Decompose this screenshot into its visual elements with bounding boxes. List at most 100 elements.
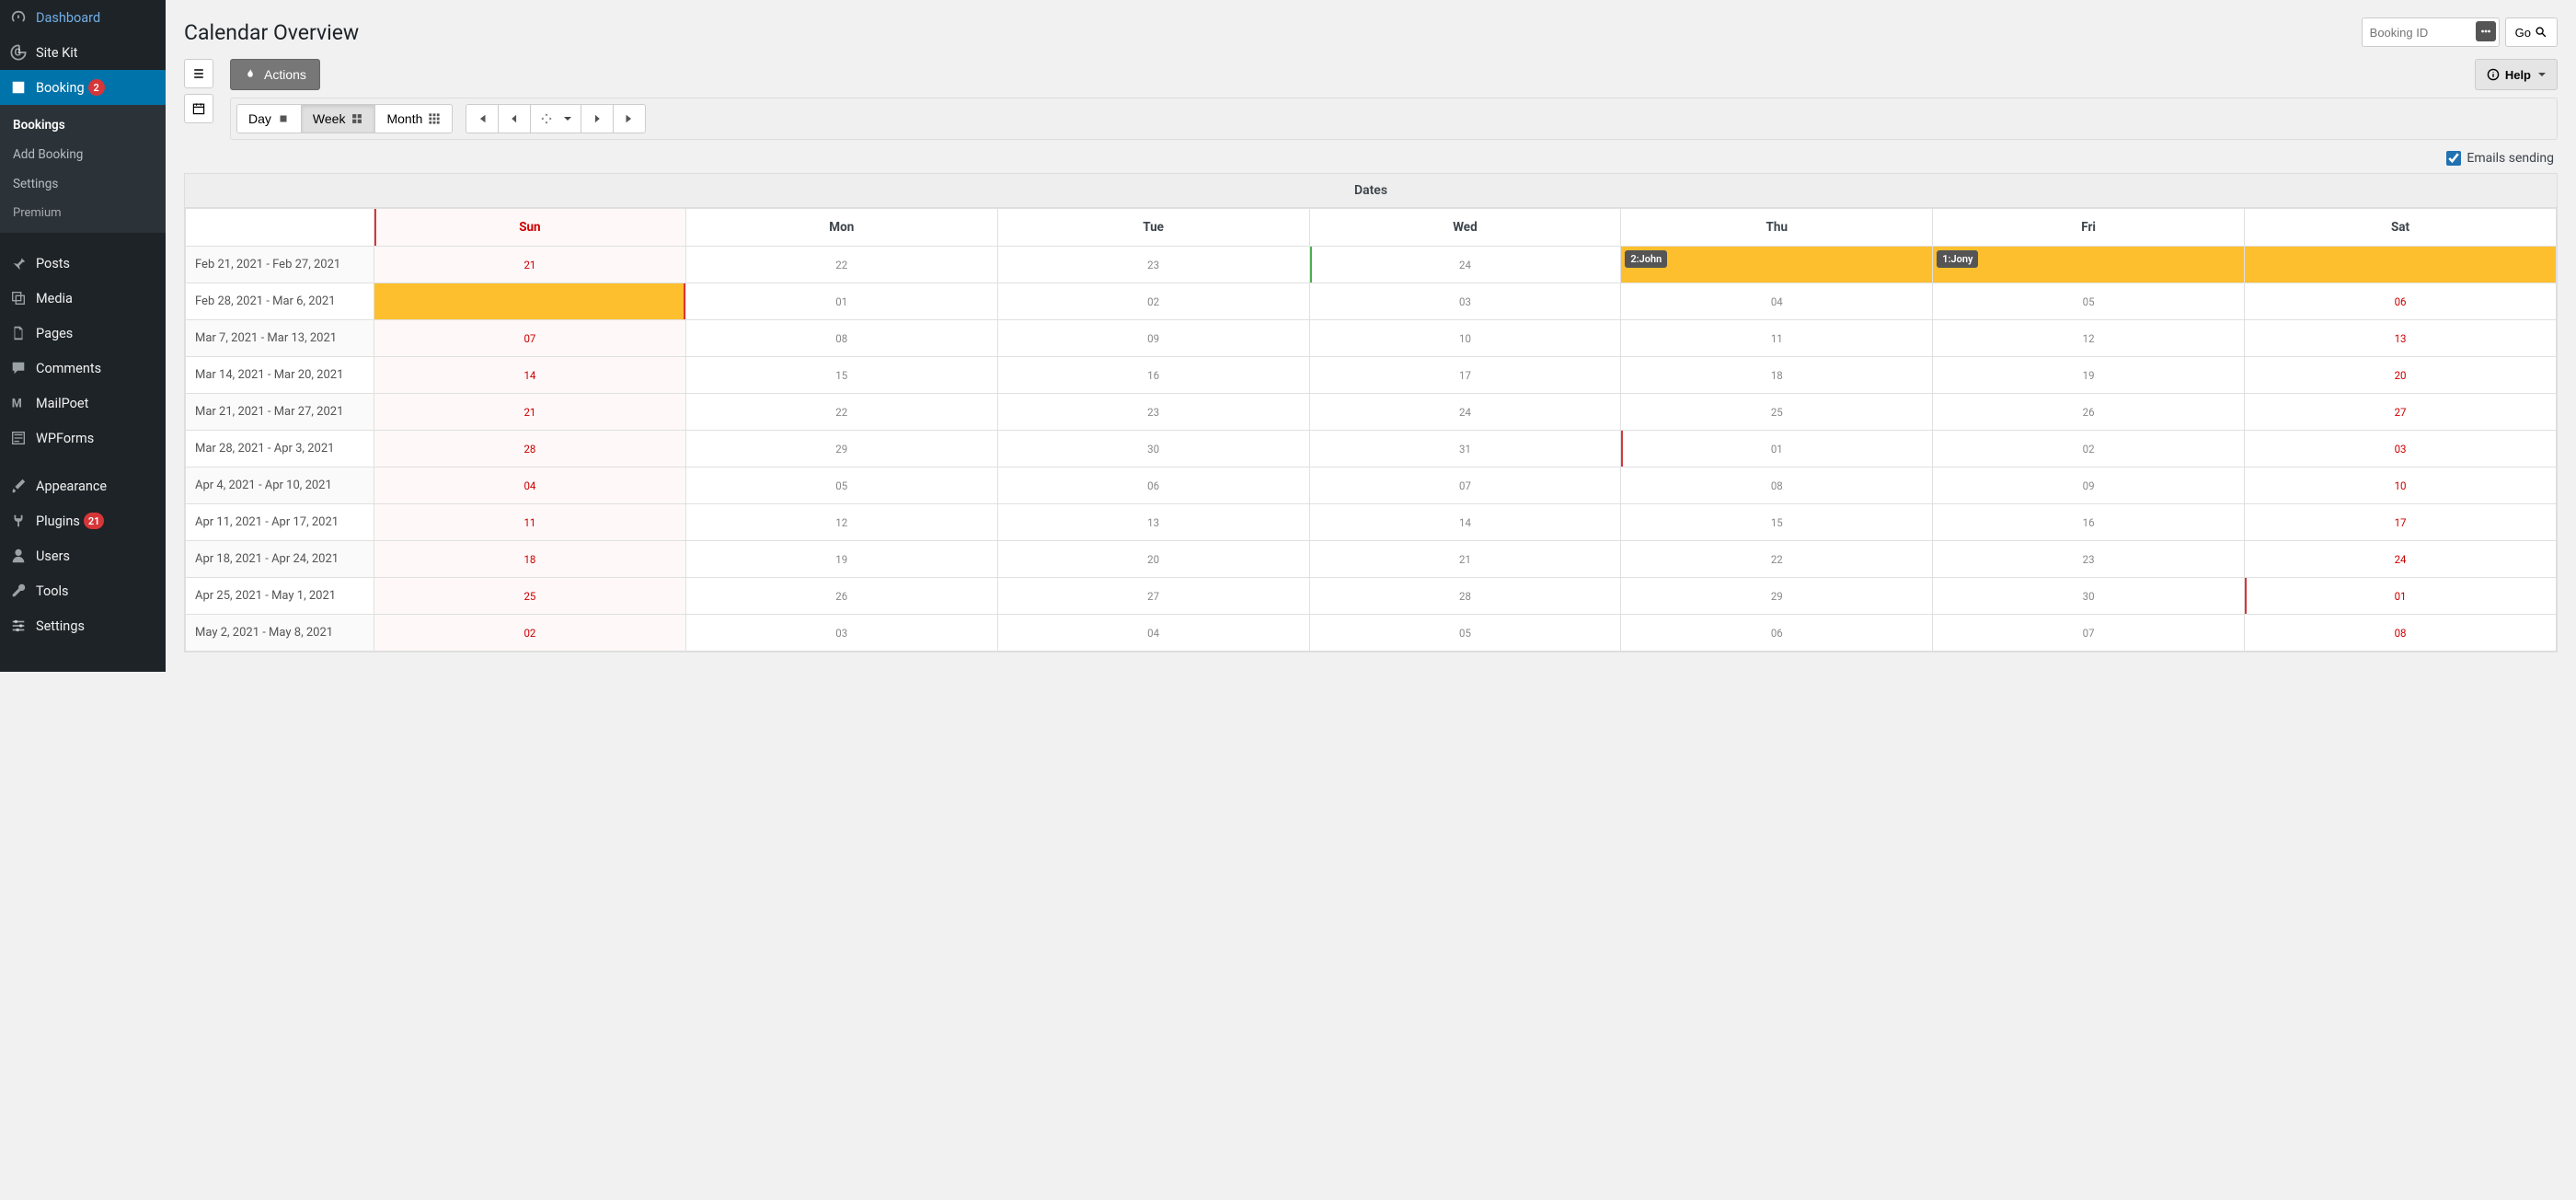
calendar-cell[interactable]: 24 — [2245, 541, 2557, 578]
calendar-cell[interactable]: 18 — [1621, 357, 1933, 394]
calendar-cell[interactable]: 12 — [1933, 320, 2245, 357]
calendar-cell[interactable]: 23 — [997, 394, 1309, 431]
calendar-cell[interactable]: 30 — [997, 431, 1309, 467]
calendar-cell[interactable]: 12 — [685, 504, 997, 541]
calendar-cell[interactable]: 22 — [1621, 541, 1933, 578]
sidebar-item-dashboard[interactable]: Dashboard — [0, 0, 166, 35]
calendar-cell[interactable]: 29 — [1621, 578, 1933, 615]
calendar-cell[interactable]: 21 — [374, 394, 686, 431]
sidebar-item-comments[interactable]: Comments — [0, 351, 166, 386]
calendar-cell[interactable]: 19 — [1933, 357, 2245, 394]
calendar-cell[interactable]: 10 — [1309, 320, 1621, 357]
calendar-cell[interactable]: 11 — [374, 504, 686, 541]
calendar-cell[interactable]: 02 — [997, 283, 1309, 320]
nav-first-button[interactable] — [466, 104, 499, 133]
calendar-cell[interactable]: 16 — [997, 357, 1309, 394]
booking-tag[interactable]: 1:Jony — [1937, 250, 1978, 268]
actions-button[interactable]: Actions — [230, 59, 320, 90]
calendar-cell[interactable]: 08 — [685, 320, 997, 357]
calendar-cell[interactable]: 13 — [997, 504, 1309, 541]
sidebar-item-appearance[interactable]: Appearance — [0, 468, 166, 503]
calendar-cell[interactable]: 24 — [1309, 247, 1621, 283]
help-button[interactable]: Help — [2475, 59, 2558, 90]
calendar-cell[interactable]: 09 — [1933, 467, 2245, 504]
calendar-cell[interactable]: 21 — [374, 247, 686, 283]
calendar-cell[interactable]: 13 — [2245, 320, 2557, 357]
calendar-cell[interactable]: 06 — [997, 467, 1309, 504]
calendar-cell[interactable]: 11 — [1621, 320, 1933, 357]
booking-tag[interactable]: 2:John — [1625, 250, 1667, 268]
sidebar-item-pages[interactable]: Pages — [0, 316, 166, 351]
calendar-cell[interactable]: 10 — [2245, 467, 2557, 504]
calendar-cell[interactable]: 01 — [1621, 431, 1933, 467]
calendar-cell[interactable]: 07 — [374, 320, 686, 357]
sidebar-item-booking[interactable]: Booking2 — [0, 70, 166, 105]
nav-today-button[interactable] — [530, 104, 581, 133]
calendar-cell[interactable]: 25 — [1621, 394, 1933, 431]
calendar-cell[interactable]: 14 — [374, 357, 686, 394]
calendar-cell[interactable]: 22 — [685, 394, 997, 431]
calendar-cell[interactable]: 04 — [374, 467, 686, 504]
calendar-cell[interactable] — [2245, 247, 2557, 283]
calendar-cell[interactable]: 23 — [1933, 541, 2245, 578]
calendar-view-button[interactable] — [184, 94, 213, 123]
calendar-cell[interactable]: 26 — [685, 578, 997, 615]
nav-last-button[interactable] — [613, 104, 646, 133]
calendar-cell[interactable]: 27 — [997, 578, 1309, 615]
calendar-cell[interactable]: 1:Jony — [1933, 247, 2245, 283]
sidebar-item-users[interactable]: Users — [0, 538, 166, 573]
sidebar-item-posts[interactable]: Posts — [0, 246, 166, 281]
calendar-cell[interactable]: 30 — [1933, 578, 2245, 615]
calendar-cell[interactable]: 17 — [2245, 504, 2557, 541]
calendar-cell[interactable]: 24 — [1309, 394, 1621, 431]
calendar-cell[interactable]: 28 — [374, 431, 686, 467]
sidebar-item-media[interactable]: Media — [0, 281, 166, 316]
calendar-cell[interactable]: 28 — [1309, 578, 1621, 615]
calendar-cell[interactable]: 03 — [685, 615, 997, 652]
calendar-cell[interactable]: 27 — [2245, 394, 2557, 431]
sidebar-subitem-add-booking[interactable]: Add Booking — [0, 140, 166, 169]
calendar-cell[interactable]: 06 — [2245, 283, 2557, 320]
calendar-cell[interactable]: 14 — [1309, 504, 1621, 541]
calendar-cell[interactable]: 01 — [685, 283, 997, 320]
calendar-cell[interactable]: 22 — [685, 247, 997, 283]
calendar-cell[interactable]: 03 — [1309, 283, 1621, 320]
calendar-cell[interactable]: 17 — [1309, 357, 1621, 394]
calendar-cell[interactable]: 31 — [1309, 431, 1621, 467]
calendar-cell[interactable]: 20 — [997, 541, 1309, 578]
calendar-cell[interactable] — [374, 283, 686, 320]
calendar-cell[interactable]: 23 — [997, 247, 1309, 283]
calendar-cell[interactable]: 15 — [685, 357, 997, 394]
sidebar-item-settings[interactable]: Settings — [0, 608, 166, 643]
calendar-cell[interactable]: 05 — [1933, 283, 2245, 320]
sidebar-subitem-settings[interactable]: Settings — [0, 169, 166, 199]
sidebar-item-tools[interactable]: Tools — [0, 573, 166, 608]
calendar-cell[interactable]: 04 — [997, 615, 1309, 652]
calendar-cell[interactable]: 09 — [997, 320, 1309, 357]
month-view-button[interactable]: Month — [374, 104, 453, 133]
calendar-cell[interactable]: 20 — [2245, 357, 2557, 394]
calendar-cell[interactable]: 07 — [1309, 467, 1621, 504]
calendar-cell[interactable]: 08 — [2245, 615, 2557, 652]
keyboard-icon[interactable] — [2476, 21, 2496, 41]
calendar-cell[interactable]: 05 — [685, 467, 997, 504]
go-button[interactable]: Go — [2505, 17, 2558, 47]
calendar-cell[interactable]: 02 — [374, 615, 686, 652]
sidebar-item-plugins[interactable]: Plugins21 — [0, 503, 166, 538]
list-view-button[interactable] — [184, 59, 213, 88]
calendar-cell[interactable]: 02 — [1933, 431, 2245, 467]
calendar-cell[interactable]: 25 — [374, 578, 686, 615]
week-view-button[interactable]: Week — [301, 104, 376, 133]
calendar-cell[interactable]: 15 — [1621, 504, 1933, 541]
emails-sending-checkbox[interactable] — [2446, 151, 2461, 166]
nav-prev-button[interactable] — [498, 104, 531, 133]
sidebar-item-site-kit[interactable]: Site Kit — [0, 35, 166, 70]
calendar-cell[interactable]: 06 — [1621, 615, 1933, 652]
calendar-cell[interactable]: 2:John — [1621, 247, 1933, 283]
sidebar-item-wpforms[interactable]: WPForms — [0, 421, 166, 456]
calendar-cell[interactable]: 18 — [374, 541, 686, 578]
calendar-cell[interactable]: 19 — [685, 541, 997, 578]
calendar-cell[interactable]: 05 — [1309, 615, 1621, 652]
calendar-cell[interactable]: 04 — [1621, 283, 1933, 320]
sidebar-item-mailpoet[interactable]: MailPoet — [0, 386, 166, 421]
